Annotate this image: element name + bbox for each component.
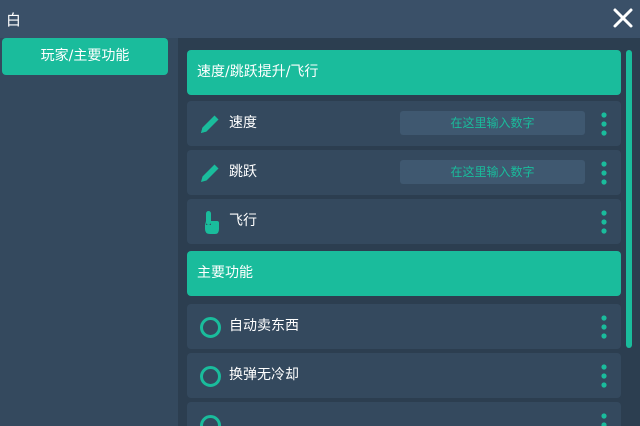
title-bar: 白: [0, 0, 640, 38]
fly-label: 飞行: [229, 213, 257, 229]
section-header-speed-jump-fly: 速度/跳跃提升/飞行: [187, 50, 621, 95]
more-vertical-icon[interactable]: [597, 412, 611, 426]
auto-sell-label: 自动卖东西: [229, 318, 299, 334]
window-title: 白: [6, 11, 22, 29]
tap-icon: [205, 211, 219, 234]
jump-label: 跳跃: [229, 164, 257, 180]
main-panel: 速度/跳跃提升/飞行 速度 跳跃 飞行: [178, 38, 640, 426]
more-vertical-icon[interactable]: [597, 111, 611, 137]
section-header-main-features: 主要功能: [187, 251, 621, 296]
circle-toggle-icon[interactable]: [197, 412, 223, 426]
sidebar-item-player-main[interactable]: 玩家/主要功能: [2, 38, 168, 75]
more-vertical-icon[interactable]: [597, 160, 611, 186]
circle-toggle-icon[interactable]: [197, 363, 223, 389]
close-button[interactable]: [610, 5, 636, 31]
speed-row: 速度: [187, 101, 621, 146]
more-vertical-icon[interactable]: [597, 314, 611, 340]
jump-input[interactable]: [400, 160, 585, 184]
speed-label: 速度: [229, 115, 257, 131]
no-reload-cooldown-row[interactable]: 换弹无冷却: [187, 353, 621, 398]
jump-row: 跳跃: [187, 150, 621, 195]
more-vertical-icon[interactable]: [597, 209, 611, 235]
partial-row[interactable]: [187, 402, 621, 426]
pencil-icon: [201, 115, 219, 133]
auto-sell-row[interactable]: 自动卖东西: [187, 304, 621, 349]
pencil-icon: [201, 164, 219, 182]
more-vertical-icon[interactable]: [597, 363, 611, 389]
scrollbar[interactable]: [626, 50, 632, 348]
circle-toggle-icon[interactable]: [197, 314, 223, 340]
no-reload-cooldown-label: 换弹无冷却: [229, 367, 299, 383]
speed-input[interactable]: [400, 111, 585, 135]
fly-row: 飞行: [187, 199, 621, 244]
sidebar: 玩家/主要功能: [0, 38, 176, 426]
close-icon: [613, 8, 633, 28]
